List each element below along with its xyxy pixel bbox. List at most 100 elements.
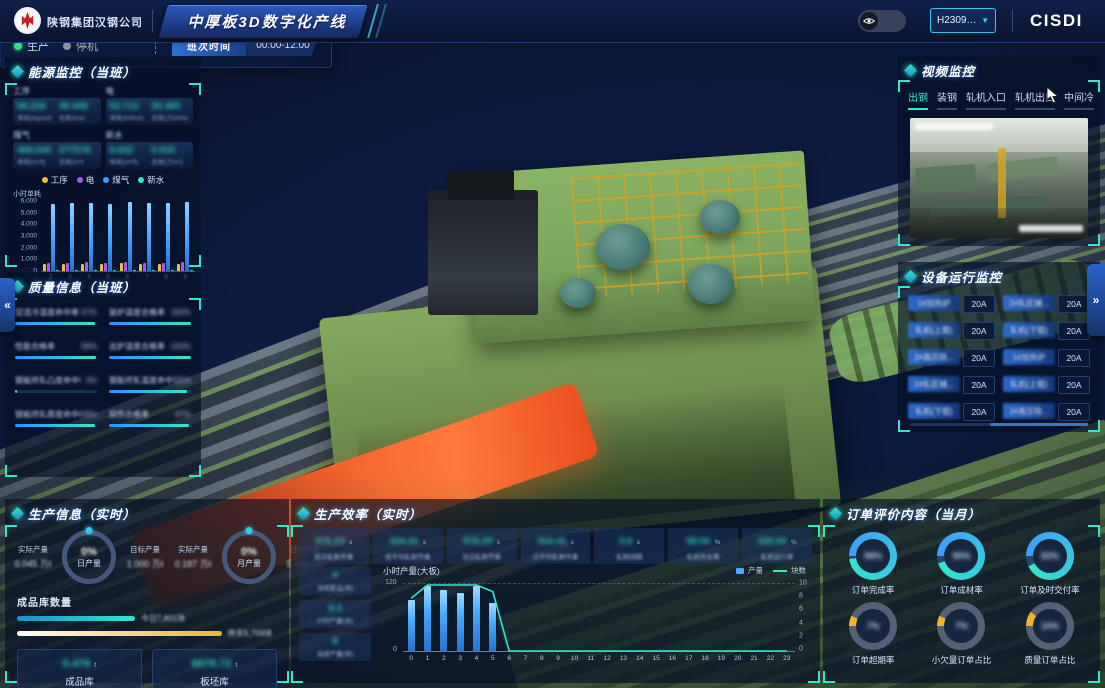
panel-title-icon xyxy=(904,64,917,77)
mouse-cursor xyxy=(1046,86,1060,109)
order-evaluation-panel: 订单评价内容（当月） 98% 订单完成率 95% 订单成材率 93% 订单及时交… xyxy=(823,499,1100,683)
panel-title-icon xyxy=(829,507,842,520)
device-current-value: 20A xyxy=(963,403,995,421)
device-name: 轧机(下辊) xyxy=(1003,322,1055,338)
panel-title: 设备运行监控 xyxy=(921,267,1002,286)
device-row: 轧机(上辊) 20A xyxy=(908,322,995,340)
panel-title-icon xyxy=(904,270,917,283)
camera-tab[interactable]: 轧机入口 xyxy=(966,89,1006,110)
device-row: 轧机(下辊) 20A xyxy=(1003,322,1090,340)
device-row: 轧机(上辊) 20A xyxy=(1003,376,1090,394)
stopped-status-dot xyxy=(63,42,71,50)
daily-output-ring-gauge: 0%日产量 xyxy=(62,530,116,584)
company-logo xyxy=(14,7,41,34)
visibility-toggle[interactable] xyxy=(858,10,906,32)
energy-group: 煤气 488.040单耗(m³/t) 277578总耗(m³) xyxy=(13,128,101,169)
efficiency-stats-row: 576.23 s 班次轧制节奏 434.41 s 班平均轧制节奏 576.23 … xyxy=(291,526,820,564)
device-current-value: 20A xyxy=(1058,295,1090,313)
device-row: 2#轧区辅... 20A xyxy=(908,376,995,394)
legend-item: 新水 xyxy=(138,174,164,186)
monthly-output-ring-gauge: 0%月产量 xyxy=(222,530,276,584)
energy-group: 电 52.713单耗(kWh/t) 30.483总耗(万kWh) xyxy=(106,84,194,125)
device-name: 轧机(上辊) xyxy=(908,322,960,338)
device-row: 2#轧区辅... 20A xyxy=(1003,295,1090,313)
energy-group: 新水 6.652单耗(m³/t) 0.915总耗(万m³) xyxy=(106,128,194,169)
line-legend-swatch xyxy=(773,570,787,572)
inventory-yesterday-bar: 昨天5,709块 xyxy=(17,628,289,639)
device-name: 2#高压除... xyxy=(1003,403,1055,419)
device-current-list: 1#加热炉 20A 2#轧区辅... 20A 轧机(上辊) 20A 轧机(下辊)… xyxy=(898,289,1100,421)
dashboard-root: 陕钢集团汉钢公司 中厚板3D数字化产线 H2309… ▼ CISDI 能源监控（… xyxy=(0,0,1105,688)
efficiency-stat: 100.00 % 轧机运行率 xyxy=(742,528,812,564)
efficiency-stat: 576.23 s 班次轧制节奏 xyxy=(299,528,369,564)
device-name: 2#高压除... xyxy=(908,349,960,365)
order-gauge: 7% 订单超期率 xyxy=(831,602,915,666)
device-row: 2#高压除... 20A xyxy=(1003,403,1090,421)
device-row: 1#加热炉 20A xyxy=(1003,349,1090,367)
device-name: 2#轧区辅... xyxy=(1003,295,1055,311)
camera-tab[interactable]: 装钢 xyxy=(937,89,957,110)
order-gauge: 95% 订单成材率 xyxy=(919,532,1003,596)
camera-tab[interactable]: 出钢 xyxy=(908,89,928,110)
efficiency-stat: 576.23 s 当日轧制节奏 xyxy=(447,528,517,564)
quality-item: 钢板终轧凸度命中率3% xyxy=(15,375,97,393)
efficiency-side-stat: 0当班废品(块) xyxy=(299,567,371,595)
panel-title: 质量信息（当班） xyxy=(28,277,136,296)
efficiency-stat: 3.0 s 轧制间隔 xyxy=(594,528,664,564)
collapse-left-panel-button[interactable]: « xyxy=(0,278,15,332)
video-machine-shape xyxy=(915,164,977,194)
legend-item: 工序 xyxy=(42,174,68,186)
top-header-bar: 陕钢集团汉钢公司 中厚板3D数字化产线 H2309… ▼ CISDI xyxy=(0,0,1105,43)
eye-icon xyxy=(860,12,878,30)
device-current-value: 20A xyxy=(963,295,995,313)
device-current-value: 20A xyxy=(1058,403,1090,421)
efficiency-stat: 434.41 s 日平均轧制节奏 xyxy=(521,528,591,564)
camera-tab[interactable]: 中间冷 xyxy=(1064,89,1094,110)
collapse-right-panel-button[interactable]: » xyxy=(1087,264,1105,336)
panel-title: 视频监控 xyxy=(921,61,975,80)
efficiency-side-stats: 0当班废品(块) 8.4小时产量(块) 8当班产量(块) xyxy=(299,567,371,666)
bar-legend-swatch xyxy=(736,568,744,574)
efficiency-side-stat: 8当班产量(块) xyxy=(299,633,371,661)
inventory-box: 0.476 t 成品库 xyxy=(17,649,142,688)
inventory-box: 8876.72 t 板坯库 xyxy=(152,649,277,688)
legend-item: 煤气 xyxy=(103,174,129,186)
hourly-output-chart xyxy=(403,583,795,652)
left-axis-max: 120 xyxy=(385,579,397,586)
heat-number-dropdown[interactable]: H2309… ▼ xyxy=(930,8,996,33)
inventory-today-bar: 今日7,801块 xyxy=(17,613,289,624)
header-divider xyxy=(1012,10,1013,32)
page-title: 中厚板3D数字化产线 xyxy=(172,11,362,32)
video-floor-shadow xyxy=(910,208,1088,238)
panel-title-icon xyxy=(11,507,24,520)
hourly-chart-legend: 产量 块数 xyxy=(736,565,806,576)
order-gauge: 98% 订单完成率 xyxy=(831,532,915,596)
device-current-value: 20A xyxy=(1058,376,1090,394)
panel-title: 生产效率（实时） xyxy=(314,504,422,523)
video-timestamp-overlay xyxy=(915,123,993,130)
production-info-panel: 生产信息（实时） 实际产量 0.045 万t 0%日产量 目标产量 1.000 … xyxy=(5,499,289,683)
device-list-scrollbar[interactable] xyxy=(910,423,1088,426)
device-name: 2#轧区辅... xyxy=(908,376,960,392)
quality-item: 钢板终轧温度命中率95% xyxy=(109,375,191,393)
legend-item: 电 xyxy=(77,174,95,186)
quality-items: 层流冷温度命中率97% 装炉温度合格率100% 性能合格率99% 出炉温度合格率… xyxy=(5,299,201,435)
video-monitor-panel: 视频监控 出钢装钢轧机入口轧机出口中间冷电加热 xyxy=(898,56,1100,246)
camera-video-feed[interactable] xyxy=(910,118,1088,238)
energy-groups: 工序 68.226单耗(kgce/t) 39.449总耗(tce) 电 52.7… xyxy=(5,84,201,169)
panel-title: 能源监控（当班） xyxy=(28,62,136,81)
monthly-actual-output: 0.187 万t xyxy=(169,557,217,570)
order-gauge: 7% 小欠量订单占比 xyxy=(919,602,1003,666)
efficiency-side-stat: 8.4小时产量(块) xyxy=(299,600,371,628)
energy-chart-plot xyxy=(41,201,195,272)
quality-item: 钢板终轧厚度命中率98% xyxy=(15,409,97,427)
energy-chart-label: 小时单耗 xyxy=(13,189,201,199)
hourly-output-chart-label: 小时产量(大板) xyxy=(383,565,440,577)
left-axis-min: 0 xyxy=(393,646,397,653)
efficiency-stat: 98.00 % 轧机作业率 xyxy=(668,528,738,564)
device-row: 1#加热炉 20A xyxy=(908,295,995,313)
video-camera-label-overlay xyxy=(1019,225,1083,232)
device-row: 轧机(下辊) 20A xyxy=(908,403,995,421)
panel-title: 订单评价内容（当月） xyxy=(846,504,981,523)
quality-item: 装炉温度合格率100% xyxy=(109,307,191,325)
